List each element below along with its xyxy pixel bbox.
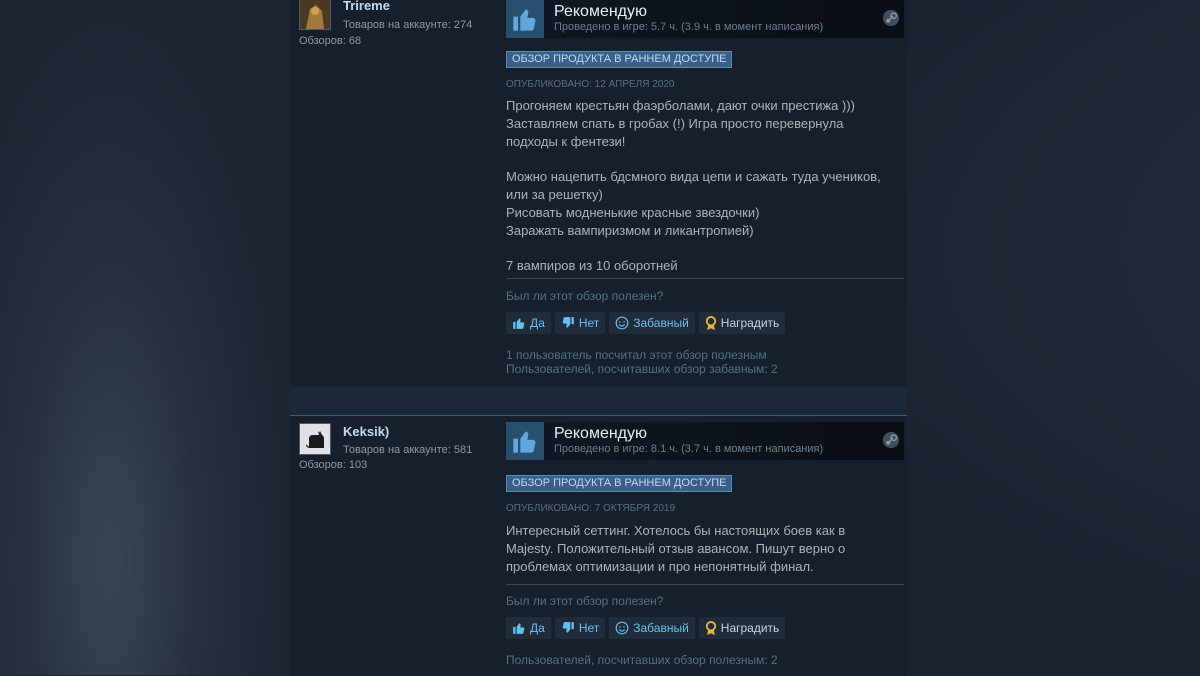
author-name[interactable]: Trireme <box>343 0 390 13</box>
award-label: Наградить <box>720 316 780 330</box>
early-access-badge: ОБЗОР ПРОДУКТА В РАННЕМ ДОСТУПЕ <box>506 51 733 68</box>
review-text-line: Можно нацепить бдсмного вида цепи и сажа… <box>506 169 881 184</box>
review-header: Рекомендую Проведено в игре: 5.7 ч. (3.9… <box>506 0 904 38</box>
avatar[interactable] <box>299 0 331 30</box>
avatar-image <box>300 0 330 29</box>
vote-funny-button[interactable]: Забавный <box>609 312 695 334</box>
award-button[interactable]: Наградить <box>698 617 786 639</box>
review-text-line: или за решетку) <box>506 187 603 202</box>
recommendation-title[interactable]: Рекомендую <box>554 425 647 443</box>
review-stats: 1 пользователь посчитал этот обзор полез… <box>506 348 778 376</box>
review-text: Прогоняем крестьян фаэрболами, дают очки… <box>506 97 896 275</box>
recommend-thumb <box>506 0 544 38</box>
review-text-line: Majesty. Положительный отзыв авансом. Пи… <box>506 541 846 556</box>
review-text-line: Заставляем спать в гробах (!) Игра прост… <box>506 116 844 131</box>
vote-funny-button[interactable]: Забавный <box>609 617 695 639</box>
vote-no-button[interactable]: Нет <box>554 617 606 639</box>
helpful-question: Был ли этот обзор полезен? <box>506 289 664 303</box>
review-text-line: Заражать вампиризмом и ликантропией) <box>506 223 754 238</box>
playtime: Проведено в игре: 5.7 ч. (3.9 ч. в момен… <box>554 21 824 33</box>
posted-date: ОПУБЛИКОВАНО: 12 АПРЕЛЯ 2020 <box>506 79 675 90</box>
review-text-line: проблемах оптимизации и про непонятный ф… <box>506 559 814 574</box>
review-text-line: Прогоняем крестьян фаэрболами, дают очки… <box>506 98 855 113</box>
award-ribbon-icon <box>705 315 716 330</box>
helpful-count: 1 пользователь посчитал этот обзор полез… <box>506 348 767 362</box>
avatar-image <box>300 424 330 454</box>
vote-yes-label: Да <box>530 316 545 330</box>
vote-controls: Да Нет Забавный Наградить <box>506 312 786 334</box>
thumbs-up-icon <box>513 318 525 329</box>
award-button[interactable]: Наградить <box>698 312 786 334</box>
helpful-question: Был ли этот обзор полезен? <box>506 594 664 608</box>
vote-yes-label: Да <box>530 621 545 635</box>
review-text-line: Интересный сеттинг. Хотелось бы настоящи… <box>506 523 846 538</box>
review-text-line: 7 вампиров из 10 оборотней <box>506 258 678 273</box>
award-label: Наградить <box>720 621 780 635</box>
thumbs-up-icon <box>513 623 525 634</box>
vote-no-label: Нет <box>578 316 600 330</box>
divider <box>506 584 904 585</box>
avatar[interactable] <box>299 423 331 455</box>
vote-no-label: Нет <box>578 621 600 635</box>
recommendation-title[interactable]: Рекомендую <box>554 3 647 21</box>
author-games-count[interactable]: Товаров на аккаунте: 581 <box>343 444 472 456</box>
thumbs-up-icon <box>513 9 536 31</box>
review-header: Рекомендую Проведено в игре: 8.1 ч. (3.7… <box>506 422 904 460</box>
review-text-line: подходы к фентези! <box>506 134 626 149</box>
thumbs-down-icon <box>562 622 574 633</box>
background-right <box>906 0 1200 675</box>
funny-count: Пользователей, посчитавших обзор забавны… <box>506 362 778 376</box>
author-games-count[interactable]: Товаров на аккаунте: 274 <box>343 19 472 31</box>
steam-icon <box>882 9 900 27</box>
review-card: Keksik) Товаров на аккаунте: 581 Обзоров… <box>290 415 907 676</box>
thumbs-down-icon <box>562 317 574 328</box>
award-ribbon-icon <box>705 620 716 635</box>
review-text-line: Рисовать модненькие красные звездочки) <box>506 205 760 220</box>
steam-icon <box>882 431 900 449</box>
smiley-icon <box>615 316 629 330</box>
author-name[interactable]: Keksik) <box>343 424 389 439</box>
author-reviews-count[interactable]: Обзоров: 68 <box>299 35 361 47</box>
vote-funny-label: Забавный <box>633 316 689 330</box>
review-card: Trireme Товаров на аккаунте: 274 Обзоров… <box>290 0 907 387</box>
vote-yes-button[interactable]: Да <box>506 617 551 639</box>
background-left <box>0 0 290 675</box>
author-reviews-count[interactable]: Обзоров: 103 <box>299 459 367 471</box>
divider <box>506 278 904 279</box>
early-access-badge: ОБЗОР ПРОДУКТА В РАННЕМ ДОСТУПЕ <box>506 475 733 492</box>
vote-yes-button[interactable]: Да <box>506 312 551 334</box>
vote-controls: Да Нет Забавный Наградить <box>506 617 786 639</box>
vote-no-button[interactable]: Нет <box>554 312 606 334</box>
recommend-thumb <box>506 422 544 460</box>
vote-funny-label: Забавный <box>633 621 689 635</box>
helpful-count: Пользователей, посчитавших обзор полезны… <box>506 653 778 667</box>
playtime: Проведено в игре: 8.1 ч. (3.7 ч. в момен… <box>554 443 824 455</box>
posted-date: ОПУБЛИКОВАНО: 7 ОКТЯБРЯ 2019 <box>506 503 675 514</box>
thumbs-up-icon <box>513 431 536 453</box>
review-text: Интересный сеттинг. Хотелось бы настоящи… <box>506 522 896 576</box>
review-stats: Пользователей, посчитавших обзор полезны… <box>506 653 778 667</box>
smiley-icon <box>615 621 629 635</box>
